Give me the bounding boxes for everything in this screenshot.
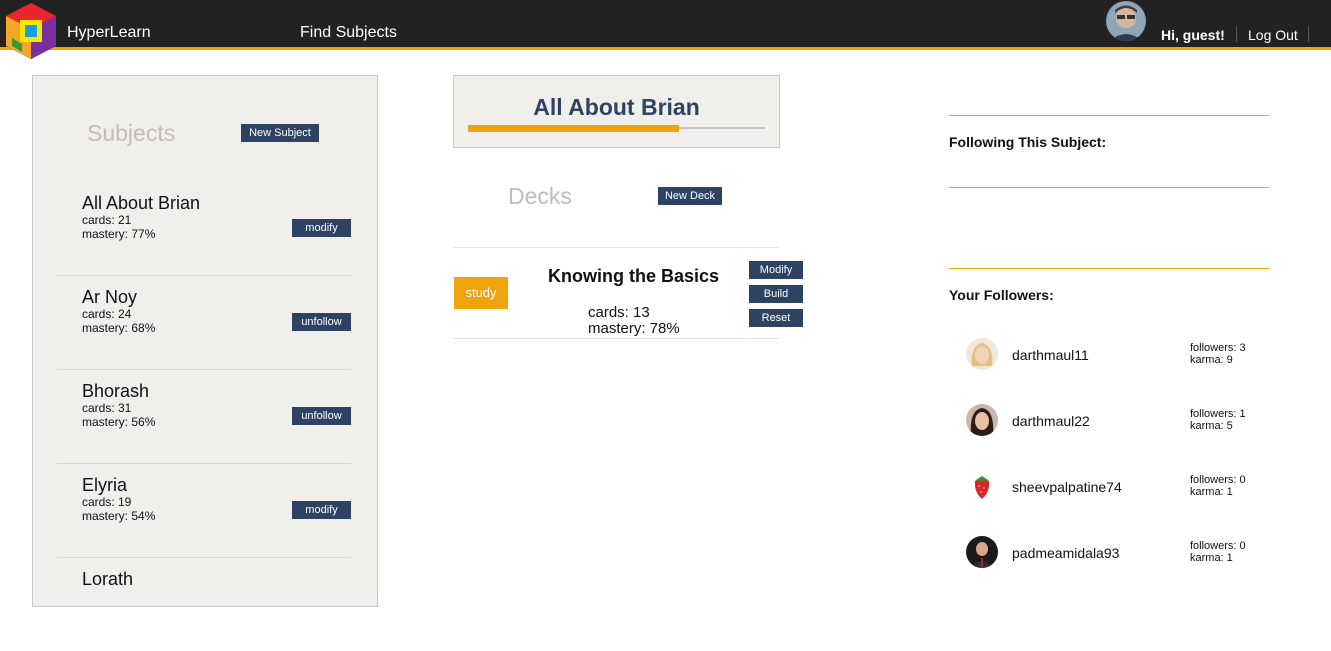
greeting-text: Hi, guest! xyxy=(1161,27,1225,43)
brand-name[interactable]: HyperLearn xyxy=(67,24,151,42)
study-button[interactable]: study xyxy=(454,277,508,309)
modify-button[interactable]: modify xyxy=(292,219,351,237)
man-in-suit-icon xyxy=(966,536,998,568)
modify-deck-button[interactable]: Modify xyxy=(749,261,803,279)
divider xyxy=(949,268,1269,269)
new-deck-button[interactable]: New Deck xyxy=(658,187,722,205)
following-heading: Following This Subject: xyxy=(949,134,1107,150)
follower-avatar[interactable] xyxy=(966,338,998,370)
deck-item: study Knowing the Basics cards: 13 maste… xyxy=(453,247,803,339)
follower-item[interactable]: darthmaul22 followers: 1 karma: 5 xyxy=(966,400,1266,440)
subject-name[interactable]: Ar Noy xyxy=(82,287,137,308)
blonde-woman-icon xyxy=(966,338,998,370)
follower-name[interactable]: padmeamidala93 xyxy=(1012,545,1119,561)
subject-item[interactable]: Lorath xyxy=(57,557,351,651)
subject-mastery: mastery: 68% xyxy=(82,321,156,335)
deck-name[interactable]: Knowing the Basics xyxy=(548,266,719,287)
follower-item[interactable]: padmeamidala93 followers: 0 karma: 1 xyxy=(966,532,1266,572)
decks-heading: Decks xyxy=(508,183,572,209)
mastery-progress-bar xyxy=(468,125,679,132)
current-subject-card: All About Brian xyxy=(453,75,780,148)
reset-deck-button[interactable]: Reset xyxy=(749,309,803,327)
followers-heading: Your Followers: xyxy=(949,287,1054,303)
follower-avatar[interactable] xyxy=(966,536,998,568)
subject-mastery: mastery: 54% xyxy=(82,509,156,523)
follower-karma: karma: 5 xyxy=(1190,420,1233,432)
new-subject-button[interactable]: New Subject xyxy=(241,124,319,142)
follower-karma: karma: 1 xyxy=(1190,486,1233,498)
unfollow-button[interactable]: unfollow xyxy=(292,313,351,331)
user-avatar[interactable] xyxy=(1106,1,1146,41)
deck-mastery: mastery: 78% xyxy=(588,320,680,337)
logout-link[interactable]: Log Out xyxy=(1248,27,1298,43)
follower-karma: karma: 1 xyxy=(1190,552,1233,564)
modify-button[interactable]: modify xyxy=(292,501,351,519)
nav-divider xyxy=(1236,26,1237,42)
hyperlearn-logo-icon[interactable] xyxy=(0,0,62,62)
subject-cards: cards: 21 xyxy=(82,213,132,227)
deck-cards: cards: 13 xyxy=(588,304,650,321)
unfollow-button[interactable]: unfollow xyxy=(292,407,351,425)
nav-divider xyxy=(1308,26,1309,42)
subjects-panel: Subjects New Subject All About Brian car… xyxy=(32,75,378,607)
dark-hair-woman-icon xyxy=(966,404,998,436)
follower-item[interactable]: sheevpalpatine74 followers: 0 karma: 1 xyxy=(966,466,1266,506)
subject-name[interactable]: Bhorash xyxy=(82,381,149,402)
subject-cards: cards: 19 xyxy=(82,495,132,509)
subject-item[interactable]: All About Brian cards: 21 mastery: 77% m… xyxy=(57,181,351,276)
subject-mastery: mastery: 56% xyxy=(82,415,156,429)
follower-name[interactable]: darthmaul22 xyxy=(1012,413,1090,429)
user-photo-icon xyxy=(1106,1,1146,41)
subject-item[interactable]: Bhorash cards: 31 mastery: 56% unfollow xyxy=(57,369,351,464)
follower-avatar[interactable] xyxy=(966,404,998,436)
current-subject-title: All About Brian xyxy=(533,94,700,120)
subject-item[interactable]: Elyria cards: 19 mastery: 54% modify xyxy=(57,463,351,558)
subjects-heading: Subjects xyxy=(87,120,176,146)
follower-name[interactable]: sheevpalpatine74 xyxy=(1012,479,1122,495)
subject-name[interactable]: Elyria xyxy=(82,475,127,496)
divider xyxy=(949,187,1269,188)
subject-item[interactable]: Ar Noy cards: 24 mastery: 68% unfollow xyxy=(57,275,351,370)
follower-item[interactable]: darthmaul11 followers: 3 karma: 9 xyxy=(966,334,1266,374)
subject-name[interactable]: All About Brian xyxy=(82,193,200,214)
follower-avatar[interactable] xyxy=(966,470,998,502)
nav-find-subjects[interactable]: Find Subjects xyxy=(300,24,397,42)
strawberry-icon xyxy=(966,470,998,502)
follower-count: followers: 0 xyxy=(1190,540,1246,552)
subject-cards: cards: 24 xyxy=(82,307,132,321)
follower-count: followers: 3 xyxy=(1190,342,1246,354)
follower-count: followers: 1 xyxy=(1190,408,1246,420)
build-deck-button[interactable]: Build xyxy=(749,285,803,303)
subject-cards: cards: 31 xyxy=(82,401,132,415)
follower-name[interactable]: darthmaul11 xyxy=(1012,347,1089,363)
divider xyxy=(949,115,1269,116)
follower-karma: karma: 9 xyxy=(1190,354,1233,366)
subject-mastery: mastery: 77% xyxy=(82,227,156,241)
follower-count: followers: 0 xyxy=(1190,474,1246,486)
